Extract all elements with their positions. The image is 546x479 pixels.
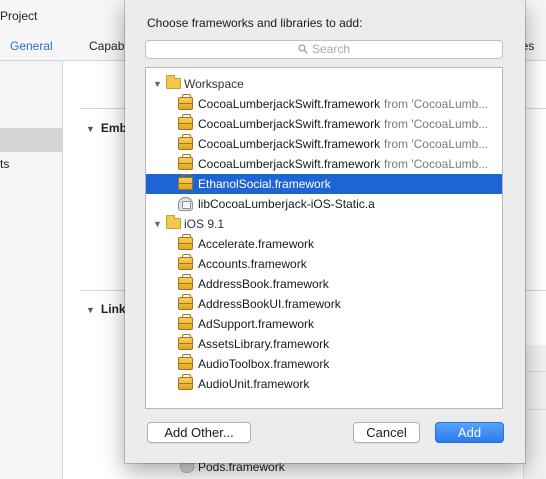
list-item[interactable]: AdSupport.framework [146, 314, 502, 334]
tab-capabilities[interactable]: Capab [89, 39, 124, 53]
framework-icon [178, 334, 193, 350]
framework-icon [178, 234, 193, 250]
disclosure-triangle-icon[interactable]: ▼ [153, 74, 162, 94]
item-name: AddressBookUI.framework [198, 297, 341, 311]
list-item[interactable]: CocoaLumberjackSwift.framework from 'Coco… [146, 154, 502, 174]
list-item[interactable]: AssetsLibrary.framework [146, 334, 502, 354]
search-placeholder: Search [311, 42, 351, 56]
disclosure-triangle-icon: ▼ [86, 305, 95, 315]
item-name: Accounts.framework [198, 257, 307, 271]
table-divider [523, 371, 546, 372]
disclosure-triangle-icon: ▼ [86, 124, 95, 134]
framework-icon [178, 354, 193, 370]
list-item[interactable]: Accelerate.framework [146, 234, 502, 254]
framework-icon [178, 134, 193, 150]
framework-icon [178, 254, 193, 270]
item-name: AddressBook.framework [198, 277, 329, 291]
list-item[interactable]: EthanolSocial.framework [146, 174, 502, 194]
frameworks-list[interactable]: ▼ Workspace CocoaLumberjackSwift.framework… [145, 67, 503, 409]
item-source: from 'CocoaLumb... [384, 97, 489, 111]
list-item[interactable]: CocoaLumberjackSwift.framework from 'Coco… [146, 114, 502, 134]
cancel-button[interactable]: Cancel [353, 422, 420, 443]
item-name: CocoaLumberjackSwift.framework [198, 97, 381, 111]
section-label: Link [100, 302, 126, 316]
item-name: CocoaLumberjackSwift.framework [198, 117, 381, 131]
group-row[interactable]: ▼ iOS 9.1 [146, 214, 502, 234]
item-source: from 'CocoaLumb... [384, 137, 489, 151]
list-item[interactable]: AddressBook.framework [146, 274, 502, 294]
list-item[interactable]: AddressBookUI.framework [146, 294, 502, 314]
item-name: AudioToolbox.framework [198, 357, 330, 371]
folder-icon [166, 215, 181, 229]
framework-icon [178, 154, 193, 170]
list-item[interactable]: CocoaLumberjackSwift.framework from 'Coco… [146, 94, 502, 114]
disclosure-triangle-icon[interactable]: ▼ [153, 214, 162, 234]
item-source: from 'CocoaLumb... [384, 117, 489, 131]
framework-icon [178, 374, 193, 390]
section-linked-frameworks[interactable]: ▼ Link [86, 302, 126, 316]
tab-general[interactable]: General [10, 39, 53, 53]
group-label: iOS 9.1 [184, 217, 225, 231]
list-item[interactable]: libCocoaLumberjack-iOS-Static.a [146, 194, 502, 214]
section-embedded-binaries[interactable]: ▼ Emb [86, 121, 127, 135]
sheet-title: Choose frameworks and libraries to add: [147, 16, 363, 30]
framework-icon [178, 94, 193, 110]
item-name: Accelerate.framework [198, 237, 315, 251]
list-item[interactable]: AudioToolbox.framework [146, 354, 502, 374]
project-label: Project [0, 9, 38, 23]
table-header-strip [523, 345, 546, 479]
add-frameworks-sheet: Choose frameworks and libraries to add: … [125, 0, 525, 463]
item-name: CocoaLumberjackSwift.framework [198, 137, 381, 151]
library-icon [178, 197, 193, 211]
add-other-button[interactable]: Add Other... [147, 422, 251, 443]
framework-icon [178, 314, 193, 330]
list-item[interactable]: AudioUnit.framework [146, 374, 502, 394]
group-row[interactable]: ▼ Workspace [146, 74, 502, 94]
item-name: AdSupport.framework [198, 317, 315, 331]
list-item[interactable]: Accounts.framework [146, 254, 502, 274]
search-input[interactable]: Search [145, 40, 503, 59]
add-button[interactable]: Add [435, 422, 504, 443]
group-label: Workspace [184, 77, 244, 91]
framework-icon [178, 174, 193, 190]
section-label: Emb [100, 121, 127, 135]
framework-icon [178, 294, 193, 310]
framework-icon [178, 274, 193, 290]
list-item[interactable]: CocoaLumberjackSwift.framework from 'Coco… [146, 134, 502, 154]
folder-icon [166, 75, 181, 89]
item-source: from 'CocoaLumb... [384, 157, 489, 171]
sidebar-item[interactable]: ts [0, 157, 9, 171]
project-sidebar [0, 61, 63, 479]
framework-icon [178, 114, 193, 130]
item-name: libCocoaLumberjack-iOS-Static.a [198, 197, 375, 211]
item-name: CocoaLumberjackSwift.framework [198, 157, 381, 171]
item-name: EthanolSocial.framework [198, 177, 331, 191]
item-name: AudioUnit.framework [198, 377, 310, 391]
search-icon [298, 42, 308, 59]
item-name: AssetsLibrary.framework [198, 337, 330, 351]
sidebar-selected-item[interactable] [0, 128, 62, 152]
table-divider [523, 409, 546, 410]
